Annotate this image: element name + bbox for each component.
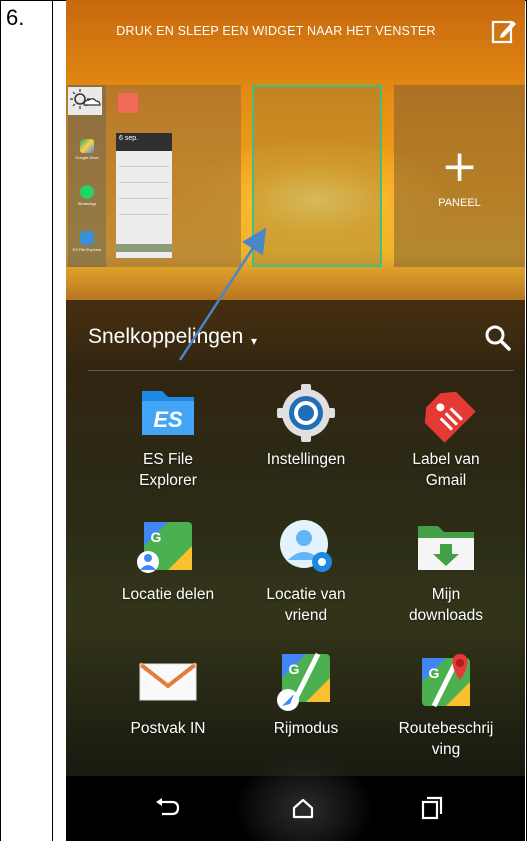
instruction-title: DRUK EN SLEEP EEN WIDGET NAAR HET VENSTE… (116, 24, 436, 38)
shortcut-label-van-gmail[interactable]: Label van Gmail (376, 383, 516, 491)
home-panel-preview[interactable]: Google Drive WhatsApp ES File Explorer 6… (66, 85, 241, 267)
empty-panel-drop-target[interactable] (252, 85, 382, 267)
mini-calendar-event (119, 169, 169, 183)
mini-dock-column: Google Drive WhatsApp ES File Explorer (68, 85, 106, 267)
home-icon[interactable] (288, 796, 318, 820)
shortcut-label: ES File Explorer (139, 451, 197, 489)
shortcut-rijmodus[interactable]: G Rijmodus (236, 652, 376, 739)
shortcut-locatie-van-vriend[interactable]: Locatie van vriend (236, 518, 376, 626)
table-border-middle (52, 0, 53, 841)
shortcut-label: Routebeschrij ving (398, 720, 494, 758)
shortcut-label: Locatie van vriend (266, 586, 346, 624)
friend-location-icon (274, 518, 338, 578)
edit-icon[interactable] (491, 18, 517, 44)
shortcut-label: Postvak IN (130, 720, 206, 737)
mini-app-google-drive: Google Drive (72, 139, 102, 160)
directions-icon: G (414, 652, 478, 712)
shortcuts-header: Snelkoppelingen ▾ (66, 310, 525, 370)
mini-app-whatsapp: WhatsApp (72, 185, 102, 206)
svg-text:G: G (289, 661, 300, 677)
section-divider (88, 370, 514, 371)
shortcut-label: Label van Gmail (412, 451, 480, 489)
shortcut-label: Mijn downloads (408, 586, 484, 624)
svg-text:ES: ES (153, 407, 183, 432)
shortcut-routebeschrijving[interactable]: G Routebeschrij ving (376, 652, 516, 760)
shortcut-label: Locatie delen (121, 586, 215, 603)
mini-calendar-app-icon (118, 93, 138, 113)
shortcut-locatie-delen[interactable]: G Locatie delen (98, 518, 238, 605)
shortcut-mijn-downloads[interactable]: Mijn downloads (376, 518, 516, 626)
es-file-explorer-icon: ES (136, 383, 200, 443)
chevron-down-icon[interactable]: ▾ (251, 334, 257, 348)
widget-category-dropdown[interactable]: Snelkoppelingen (88, 325, 243, 349)
phone-screen: DRUK EN SLEEP EEN WIDGET NAAR HET VENSTE… (66, 0, 525, 841)
share-location-icon: G (136, 518, 200, 578)
add-panel-label: PANEEL (438, 197, 481, 209)
mini-calendar-event (119, 201, 169, 215)
weather-icon (68, 87, 102, 115)
mini-calendar-widget: 6 sep. (116, 133, 172, 258)
recents-icon[interactable] (416, 796, 446, 820)
whatsapp-icon (80, 185, 94, 199)
add-panel-button[interactable]: + PANEEL (394, 85, 525, 267)
gmail-label-icon (414, 383, 478, 443)
es-file-explorer-mini-icon (80, 231, 94, 245)
driving-mode-icon: G (274, 652, 338, 712)
google-drive-icon (80, 139, 94, 153)
inbox-mail-icon (136, 652, 200, 712)
mini-calendar-event (119, 153, 169, 167)
shortcut-postvak-in[interactable]: Postvak IN (98, 652, 238, 739)
shortcut-label: Instellingen (266, 451, 346, 468)
mini-calendar-date: 6 sep. (116, 133, 172, 151)
shortcut-es-file-explorer[interactable]: ES ES File Explorer (98, 383, 238, 491)
downloads-folder-icon (414, 518, 478, 578)
table-border-left (0, 0, 1, 841)
plus-icon: + (441, 141, 478, 192)
back-icon[interactable] (152, 796, 182, 820)
top-bar: DRUK EN SLEEP EEN WIDGET NAAR HET VENSTE… (66, 0, 525, 70)
mini-app-es-file-explorer: ES File Explorer (72, 231, 102, 252)
mini-calendar-event (119, 185, 169, 199)
settings-gear-icon (274, 383, 338, 443)
shortcut-instellingen[interactable]: Instellingen (236, 383, 376, 470)
search-icon[interactable] (484, 324, 512, 352)
step-number: 6. (6, 5, 25, 30)
mini-calendar-footer (116, 244, 172, 252)
svg-text:G: G (151, 529, 162, 545)
shortcut-label: Rijmodus (273, 720, 339, 737)
svg-text:G: G (429, 665, 440, 681)
navigation-bar (66, 754, 525, 841)
